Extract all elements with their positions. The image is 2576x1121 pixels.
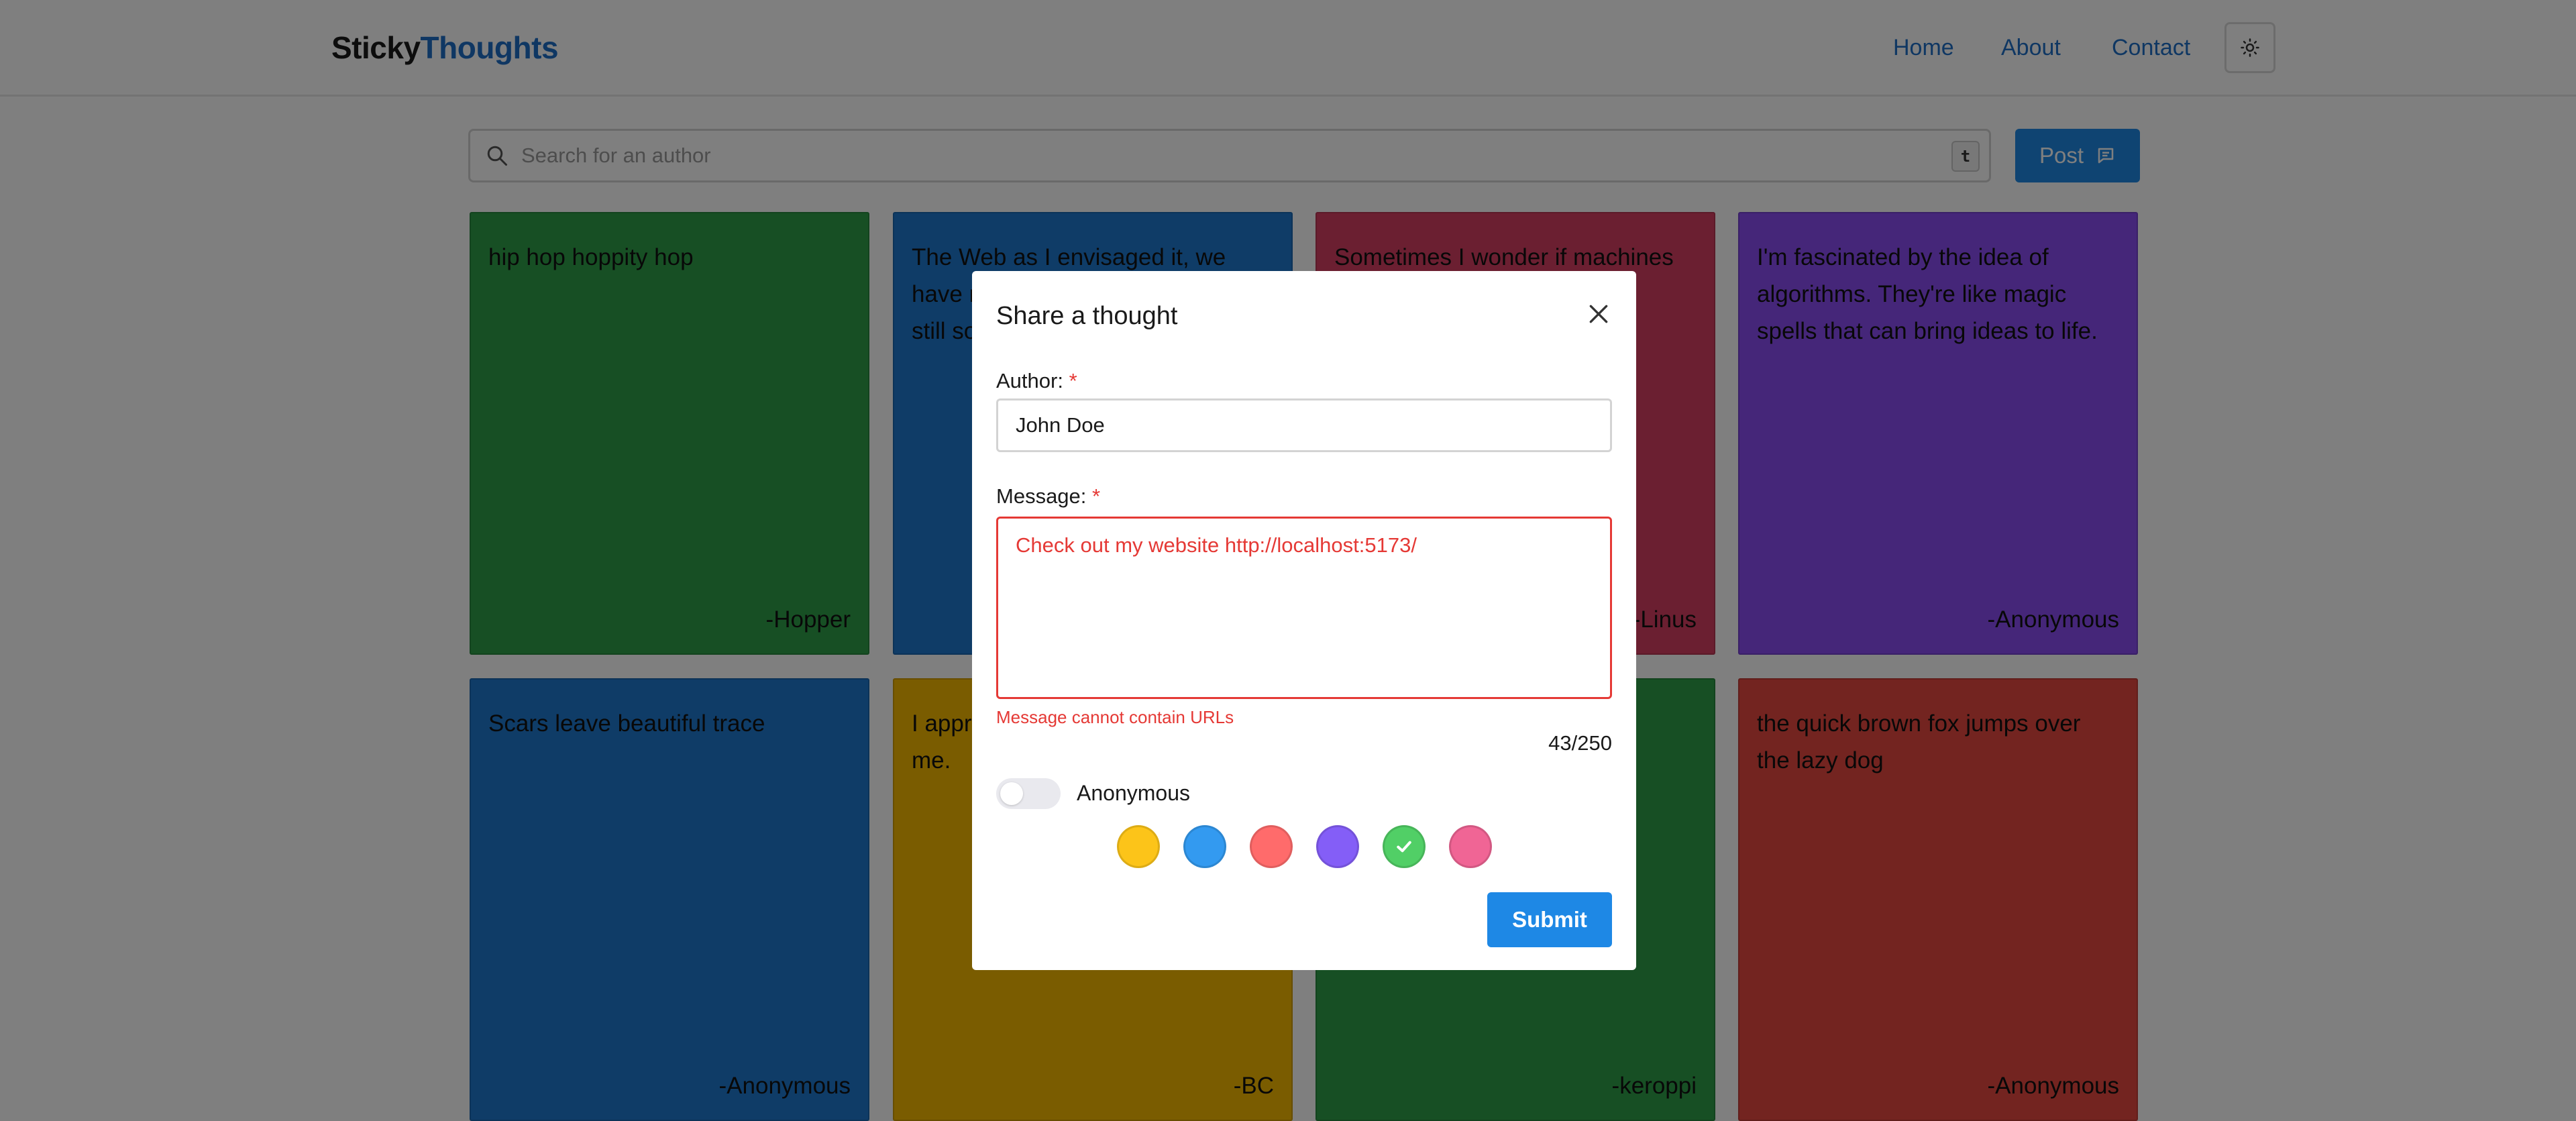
- dialog-title: Share a thought: [996, 302, 1178, 330]
- close-icon[interactable]: [1585, 301, 1612, 327]
- color-swatch-pink[interactable]: [1449, 825, 1492, 868]
- color-swatch-violet[interactable]: [1316, 825, 1359, 868]
- message-field[interactable]: Check out my website http://localhost:51…: [996, 517, 1612, 699]
- submit-button[interactable]: Submit: [1487, 892, 1612, 947]
- character-counter: 43/250: [1548, 731, 1612, 755]
- anonymous-toggle[interactable]: [996, 778, 1061, 809]
- check-icon: [1397, 841, 1411, 853]
- author-label: Author: *: [996, 369, 1077, 393]
- message-error: Message cannot contain URLs: [996, 707, 1234, 727]
- message-label-text: Message:: [996, 484, 1087, 508]
- share-thought-dialog: Share a thought Author: * Message: * Che…: [972, 271, 1636, 970]
- required-mark: *: [1092, 484, 1101, 508]
- author-label-text: Author:: [996, 369, 1063, 392]
- author-field[interactable]: [996, 398, 1612, 452]
- color-swatch-green[interactable]: [1383, 825, 1426, 868]
- color-swatch-yellow[interactable]: [1117, 825, 1160, 868]
- color-swatch-blue[interactable]: [1183, 825, 1226, 868]
- required-mark: *: [1069, 369, 1077, 392]
- toggle-knob: [1000, 782, 1023, 805]
- anonymous-label: Anonymous: [1077, 781, 1190, 805]
- color-swatch-red[interactable]: [1250, 825, 1293, 868]
- message-label: Message: *: [996, 484, 1100, 509]
